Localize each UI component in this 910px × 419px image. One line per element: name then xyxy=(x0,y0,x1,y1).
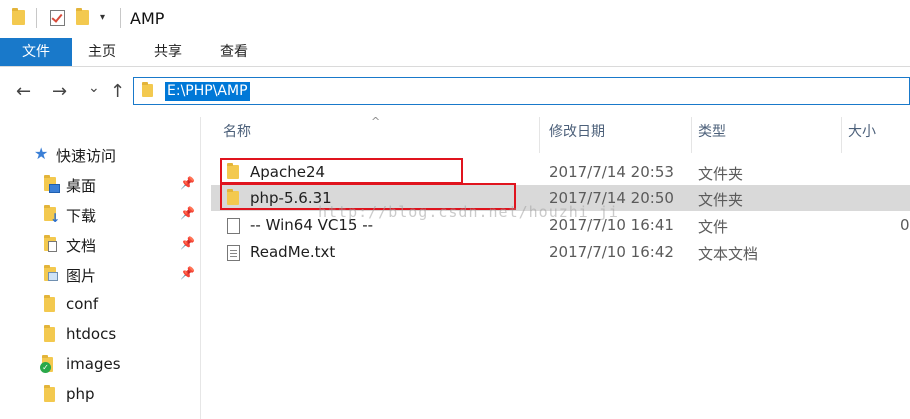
pin-icon[interactable]: 📌 xyxy=(180,176,195,190)
table-row[interactable]: ReadMe.txt 2017/7/10 16:42 文本文档 xyxy=(211,239,910,265)
title-bar: ▾ AMP xyxy=(0,0,910,38)
file-type: 文本文档 xyxy=(698,245,759,263)
tab-view[interactable]: 查看 xyxy=(204,38,264,66)
sidebar-item-label: conf xyxy=(66,295,99,313)
text-file-icon xyxy=(227,245,240,261)
pin-icon[interactable]: 📌 xyxy=(180,236,195,250)
up-arrow-icon[interactable]: ↑ xyxy=(110,81,125,102)
sidebar-item-label: 快速访问 xyxy=(56,147,117,165)
sidebar-item-conf[interactable]: conf xyxy=(0,289,200,319)
sidebar-item-label: 下载 xyxy=(66,207,97,225)
sidebar-item-quick-access[interactable]: ★ 快速访问 xyxy=(0,139,200,169)
sidebar-item-label: images xyxy=(66,355,121,373)
toolbar-divider xyxy=(120,8,121,28)
file-type: 文件夹 xyxy=(698,191,744,209)
toolbar-divider xyxy=(36,8,37,28)
file-icon xyxy=(227,218,240,234)
highlight-box xyxy=(220,158,463,184)
watermark: http://blog.csdn.net/houzhi_ji xyxy=(318,203,619,221)
file-modified: 2017/7/14 20:53 xyxy=(549,163,674,181)
navigation-pane: ★ 快速访问 桌面 📌 ↓ 下载 📌 文档 📌 图片 📌 conf htdocs… xyxy=(0,117,201,419)
pin-icon[interactable]: 📌 xyxy=(180,206,195,220)
sidebar-item-desktop[interactable]: 桌面 📌 xyxy=(0,169,200,199)
file-modified: 2017/7/10 16:42 xyxy=(549,243,674,261)
folder-icon xyxy=(44,385,55,402)
file-name: ReadMe.txt xyxy=(250,243,336,261)
recent-locations-icon[interactable]: ⌄ xyxy=(88,80,100,96)
folder-synced-icon: ✓ xyxy=(40,355,53,373)
file-size: 0 xyxy=(900,216,910,234)
customize-dropdown-icon[interactable]: ▾ xyxy=(100,12,105,23)
navigation-bar: ← → ⌄ ↑ E:\PHP\AMP xyxy=(0,67,910,117)
column-header-name[interactable]: 名称 xyxy=(223,117,251,147)
star-icon: ★ xyxy=(34,144,49,163)
sidebar-item-label: 文档 xyxy=(66,237,97,255)
pictures-icon xyxy=(44,265,58,281)
column-header-modified[interactable]: 修改日期 xyxy=(549,117,605,147)
address-path[interactable]: E:\PHP\AMP xyxy=(165,82,250,101)
column-divider[interactable] xyxy=(539,117,540,153)
sort-ascending-icon: ^ xyxy=(371,115,381,128)
file-type: 文件夹 xyxy=(698,165,744,183)
folder-icon xyxy=(44,325,55,342)
window-title: AMP xyxy=(130,9,165,28)
sidebar-item-label: 桌面 xyxy=(66,177,97,195)
desktop-icon xyxy=(44,175,60,193)
column-header-size[interactable]: 大小 xyxy=(848,117,876,147)
properties-check-icon[interactable] xyxy=(50,10,65,26)
column-header-type[interactable]: 类型 xyxy=(698,117,726,147)
sidebar-item-images[interactable]: ✓ images xyxy=(0,349,200,379)
pin-icon[interactable]: 📌 xyxy=(180,266,195,280)
column-divider[interactable] xyxy=(841,117,842,153)
sidebar-item-php[interactable]: php xyxy=(0,379,200,409)
column-divider[interactable] xyxy=(691,117,692,153)
sidebar-item-label: php xyxy=(66,385,95,403)
sidebar-item-label: 图片 xyxy=(66,267,97,285)
file-type: 文件 xyxy=(698,218,729,236)
tab-share[interactable]: 共享 xyxy=(138,38,198,66)
sidebar-item-label: htdocs xyxy=(66,325,117,343)
documents-icon xyxy=(44,235,57,252)
tab-home[interactable]: 主页 xyxy=(72,38,132,66)
forward-arrow-icon[interactable]: → xyxy=(52,81,67,102)
sidebar-item-downloads[interactable]: ↓ 下载 📌 xyxy=(0,199,200,229)
folder-icon xyxy=(142,82,153,97)
folder-icon[interactable] xyxy=(12,8,25,25)
sidebar-item-pictures[interactable]: 图片 📌 xyxy=(0,259,200,289)
tab-file[interactable]: 文件 xyxy=(0,38,72,66)
folder-icon xyxy=(44,295,55,312)
back-arrow-icon[interactable]: ← xyxy=(16,81,31,102)
downloads-icon: ↓ xyxy=(44,205,60,225)
sidebar-item-htdocs[interactable]: htdocs xyxy=(0,319,200,349)
ribbon-tabs: 文件 主页 共享 查看 xyxy=(0,38,910,67)
new-folder-icon[interactable] xyxy=(76,8,89,25)
address-bar[interactable]: E:\PHP\AMP xyxy=(133,77,910,105)
file-list: ^ 名称 修改日期 类型 大小 Apache24 2017/7/14 20:53… xyxy=(201,115,910,419)
sidebar-item-documents[interactable]: 文档 📌 xyxy=(0,229,200,259)
